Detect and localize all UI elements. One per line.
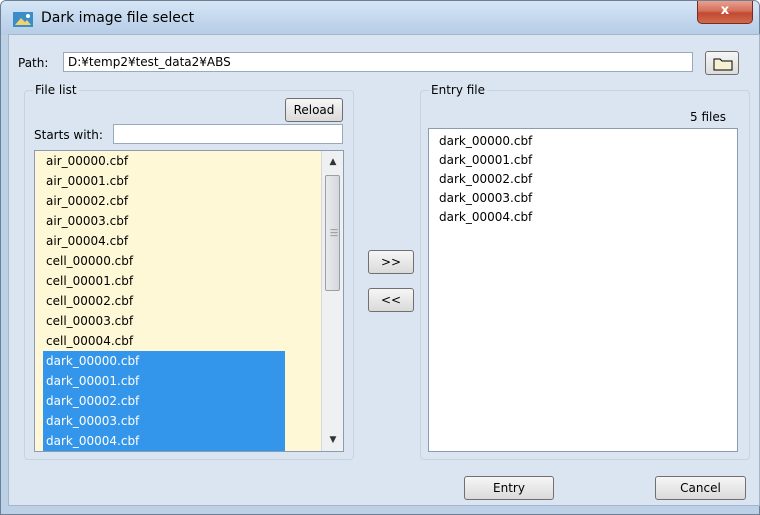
entry-file-item[interactable]: dark_00003.cbf — [439, 188, 532, 208]
file-list-item[interactable]: dark_00001.cbf — [43, 371, 285, 391]
close-icon: x — [720, 3, 730, 18]
entry-file-item[interactable]: dark_00002.cbf — [439, 169, 532, 189]
starts-with-input[interactable] — [113, 124, 343, 144]
file-list-item[interactable]: cell_00003.cbf — [43, 311, 285, 331]
entry-count: 5 files — [690, 110, 726, 124]
browse-folder-button[interactable] — [705, 51, 739, 75]
file-listbox[interactable]: air_00000.cbf air_00001.cbf air_00002.cbf a… — [34, 150, 344, 452]
path-label: Path: — [18, 56, 49, 70]
entry-file-listbox[interactable]: dark_00000.cbf dark_00001.cbf dark_00002.c… — [428, 128, 738, 452]
file-list-item[interactable]: dark_00002.cbf — [43, 391, 285, 411]
file-list-item[interactable]: cell_00002.cbf — [43, 291, 285, 311]
file-list-scrollbar[interactable]: ▲ — — — ▼ — [321, 151, 343, 451]
file-list-item[interactable]: air_00000.cbf — [43, 151, 285, 171]
file-list-item[interactable]: cell_00004.cbf — [43, 331, 285, 351]
entry-file-item[interactable]: dark_00000.cbf — [439, 131, 532, 151]
window-title: Dark image file select — [41, 10, 195, 26]
remove-from-entry-button[interactable]: << — [368, 288, 414, 312]
file-list-item[interactable]: dark_00004.cbf — [43, 431, 285, 451]
file-list-item[interactable]: air_00003.cbf — [43, 211, 285, 231]
thumb-grip-icon: — — — — [330, 225, 338, 240]
file-list-item[interactable]: air_00002.cbf — [43, 191, 285, 211]
entry-button[interactable]: Entry — [464, 476, 554, 500]
file-list-item[interactable]: cell_00000.cbf — [43, 251, 285, 271]
close-button[interactable]: x — [697, 1, 753, 24]
title-bar[interactable]: Dark image file select x — [1, 1, 759, 35]
scroll-thumb[interactable]: — — — — [325, 175, 340, 291]
path-input[interactable]: D:¥temp2¥test_data2¥ABS — [63, 52, 693, 72]
folder-icon — [713, 58, 733, 71]
entry-file-item[interactable]: dark_00004.cbf — [439, 207, 532, 227]
file-list-legend: File list — [33, 83, 79, 97]
entry-file-legend: Entry file — [429, 83, 488, 97]
add-to-entry-button[interactable]: >> — [368, 250, 414, 274]
file-list-item[interactable]: cell_00001.cbf — [43, 271, 285, 291]
file-list-item[interactable]: air_00004.cbf — [43, 231, 285, 251]
cancel-button[interactable]: Cancel — [655, 476, 746, 500]
starts-with-label: Starts with: — [34, 128, 103, 142]
reload-button[interactable]: Reload — [285, 98, 343, 122]
app-icon — [13, 12, 33, 27]
file-list-item[interactable]: dark_00003.cbf — [43, 411, 285, 431]
file-list-item[interactable]: dark_00000.cbf — [43, 351, 285, 371]
file-list-item[interactable]: air_00001.cbf — [43, 171, 285, 191]
scroll-down-arrow-icon[interactable]: ▼ — [322, 431, 343, 449]
scroll-up-arrow-icon[interactable]: ▲ — [322, 153, 343, 171]
entry-file-item[interactable]: dark_00001.cbf — [439, 150, 532, 170]
